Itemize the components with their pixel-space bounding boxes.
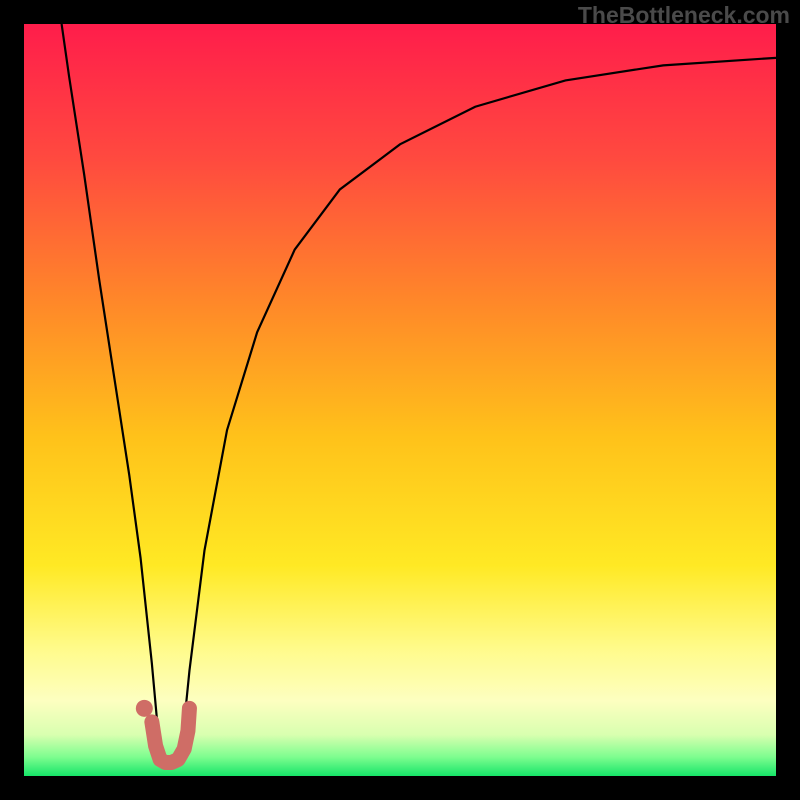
chart-frame: TheBottleneck.com (0, 0, 800, 800)
gradient-background (24, 24, 776, 776)
j-marker-dot (136, 700, 153, 717)
plot-area (24, 24, 776, 776)
watermark-text: TheBottleneck.com (578, 2, 790, 29)
plot-svg (24, 24, 776, 776)
